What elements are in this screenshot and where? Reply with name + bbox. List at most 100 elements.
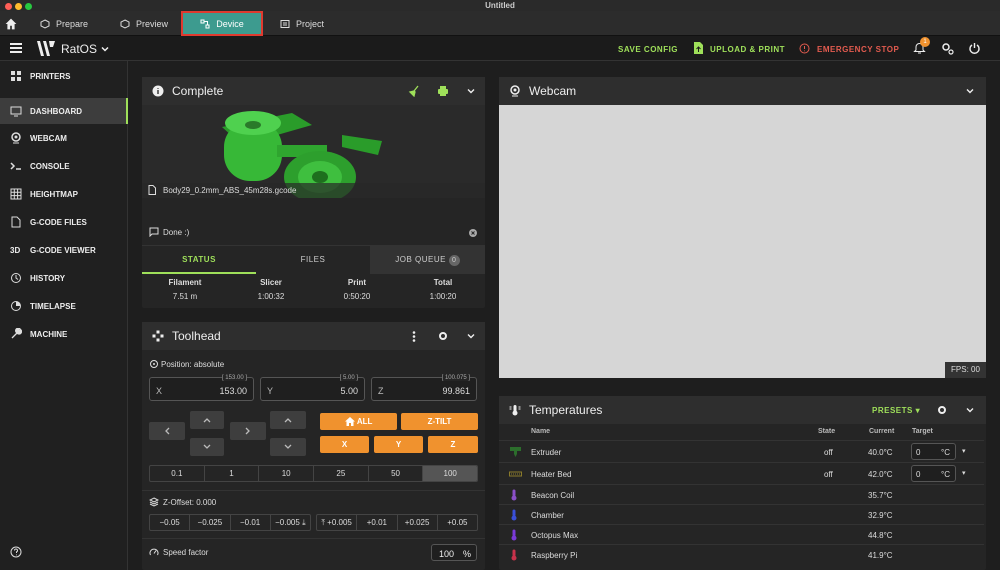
broom-icon[interactable] <box>408 85 420 97</box>
sidebar-item-machine[interactable]: MACHINE <box>0 322 128 346</box>
y-minus-button[interactable] <box>190 438 224 456</box>
upload-print-button[interactable]: UPLOAD & PRINT <box>710 45 785 54</box>
home-all-button[interactable]: ALL <box>320 413 397 430</box>
speed-factor-input[interactable]: 100 % <box>431 544 477 561</box>
sidebar-item-label: CONSOLE <box>30 161 70 171</box>
gear-icon[interactable] <box>937 405 947 415</box>
help-icon[interactable] <box>10 546 22 558</box>
step-option[interactable]: 1 <box>205 466 260 481</box>
axis-value: 153.00 <box>219 386 247 396</box>
table-row: Octopus Max 44.8°C <box>499 524 984 544</box>
stat-total-value: 1:00:20 <box>429 292 457 301</box>
home-x-button[interactable]: X <box>320 436 369 453</box>
home-y-button[interactable]: Y <box>374 436 423 453</box>
x-minus-button[interactable] <box>149 422 185 440</box>
3d-icon: 3D <box>10 245 21 255</box>
step-size-selector: 0.1 1 10 25 50 100 <box>149 465 478 482</box>
close-dot[interactable] <box>5 3 12 10</box>
layers-icon <box>149 497 159 507</box>
info-icon <box>152 85 164 97</box>
stat-total-label: Total <box>433 278 453 287</box>
tab-files[interactable]: FILES <box>256 246 370 274</box>
dropdown-icon[interactable]: ▾ <box>962 447 966 455</box>
chevron-down-icon[interactable] <box>467 87 475 95</box>
step-option[interactable]: 25 <box>314 466 369 481</box>
more-vert-icon[interactable] <box>412 331 416 342</box>
tab-project[interactable]: Project <box>280 12 324 36</box>
step-option[interactable]: 50 <box>369 466 424 481</box>
sidebar-item-label: DASHBOARD <box>30 106 82 116</box>
tab-prepare[interactable]: Prepare <box>40 12 88 36</box>
minimize-dot[interactable] <box>15 3 22 10</box>
heightmap-icon <box>10 188 22 200</box>
close-circle-icon[interactable] <box>469 229 477 237</box>
sidebar-item-timelapse[interactable]: TIMELAPSE <box>0 294 128 318</box>
temperatures-header: Temperatures PRESETS ▾ <box>499 396 986 424</box>
emergency-stop-button[interactable]: EMERGENCY STOP <box>817 45 899 54</box>
top-tabbar: Prepare Preview Device Project <box>0 11 1000 36</box>
gear-icon[interactable] <box>438 331 448 341</box>
webcam-feed <box>499 105 986 378</box>
chevron-down-icon[interactable] <box>101 45 109 53</box>
z-plus-button[interactable] <box>270 411 306 429</box>
speedometer-icon <box>149 548 159 556</box>
settings-gear-icon[interactable] <box>941 42 954 55</box>
dropdown-icon[interactable]: ▾ <box>962 469 966 477</box>
printer-icon[interactable] <box>437 85 449 97</box>
save-config-button[interactable]: SAVE CONFIG <box>618 45 678 54</box>
sidebar-item-dashboard[interactable]: DASHBOARD <box>0 98 128 124</box>
axis-name: Z <box>378 386 384 396</box>
tab-job-queue[interactable]: JOB QUEUE 0 <box>370 246 485 274</box>
stat-filament-label: Filament <box>168 278 202 287</box>
chevron-down-icon[interactable] <box>966 87 974 95</box>
sidebar-item-heightmap[interactable]: HEIGHTMAP <box>0 182 128 206</box>
power-icon[interactable] <box>968 42 981 55</box>
tab-preview[interactable]: Preview <box>120 12 168 36</box>
sidebar-item-console[interactable]: CONSOLE <box>0 154 128 178</box>
option-label: −0.005 <box>275 518 300 527</box>
step-option-selected[interactable]: 100 <box>423 466 477 481</box>
sidebar-item-printers[interactable]: PRINTERS <box>0 64 128 88</box>
x-position-input[interactable]: X [ 153.00 ] 153.00 <box>149 375 254 401</box>
col-state: State <box>818 428 836 435</box>
sidebar-item-history[interactable]: HISTORY <box>0 266 128 290</box>
zoffset-down-option[interactable]: −0.05 <box>150 515 191 530</box>
zoffset-up-option[interactable]: +0.025 <box>398 515 438 530</box>
zoffset-up-option[interactable]: ⤒ +0.005 <box>317 515 358 530</box>
window-title: Untitled <box>485 1 515 10</box>
z-minus-button[interactable] <box>270 438 306 456</box>
zoffset-down-option[interactable]: −0.005 ⤓ <box>271 515 310 530</box>
chevron-down-icon[interactable] <box>966 406 974 414</box>
zoffset-up-option[interactable]: +0.01 <box>357 515 398 530</box>
sensor-current: 41.9°C <box>868 551 893 560</box>
step-option[interactable]: 10 <box>259 466 315 481</box>
tab-label: JOB QUEUE <box>395 255 446 264</box>
z-position-input[interactable]: Z [ 100.075 ] 99.861 <box>371 375 477 401</box>
x-plus-button[interactable] <box>230 422 266 440</box>
status-card-header: Complete <box>142 77 485 105</box>
zoffset-up-option[interactable]: +0.05 <box>438 515 477 530</box>
chevron-down-icon[interactable] <box>467 332 475 340</box>
home-z-button[interactable]: Z <box>428 436 478 453</box>
y-plus-button[interactable] <box>190 411 224 429</box>
z-tilt-button[interactable]: Z-TILT <box>401 413 478 430</box>
sidebar-item-webcam[interactable]: WEBCAM <box>0 126 128 150</box>
target-temp-input[interactable]: 0 °C <box>911 443 956 460</box>
thermometer-icon <box>509 405 521 416</box>
menu-icon[interactable] <box>10 43 22 53</box>
presets-button[interactable]: PRESETS ▾ <box>872 406 920 415</box>
sidebar-item-gcode-files[interactable]: G-CODE FILES <box>0 210 128 234</box>
sidebar-item-gcode-viewer[interactable]: 3D G-CODE VIEWER <box>0 238 128 262</box>
extruder-icon <box>510 447 521 457</box>
home-icon[interactable] <box>5 12 21 36</box>
tab-device[interactable]: Device <box>181 11 263 36</box>
heater-state: off <box>824 470 833 479</box>
step-option[interactable]: 0.1 <box>150 466 205 481</box>
y-position-input[interactable]: Y [ 5.00 ] 5.00 <box>260 375 365 401</box>
tab-status[interactable]: STATUS <box>142 246 256 274</box>
zoom-dot[interactable] <box>25 3 32 10</box>
zoffset-down-option[interactable]: −0.01 <box>231 515 271 530</box>
zoffset-down-option[interactable]: −0.025 <box>190 515 231 530</box>
app-name[interactable]: RatOS <box>61 42 97 56</box>
target-temp-input[interactable]: 0 °C <box>911 465 956 482</box>
